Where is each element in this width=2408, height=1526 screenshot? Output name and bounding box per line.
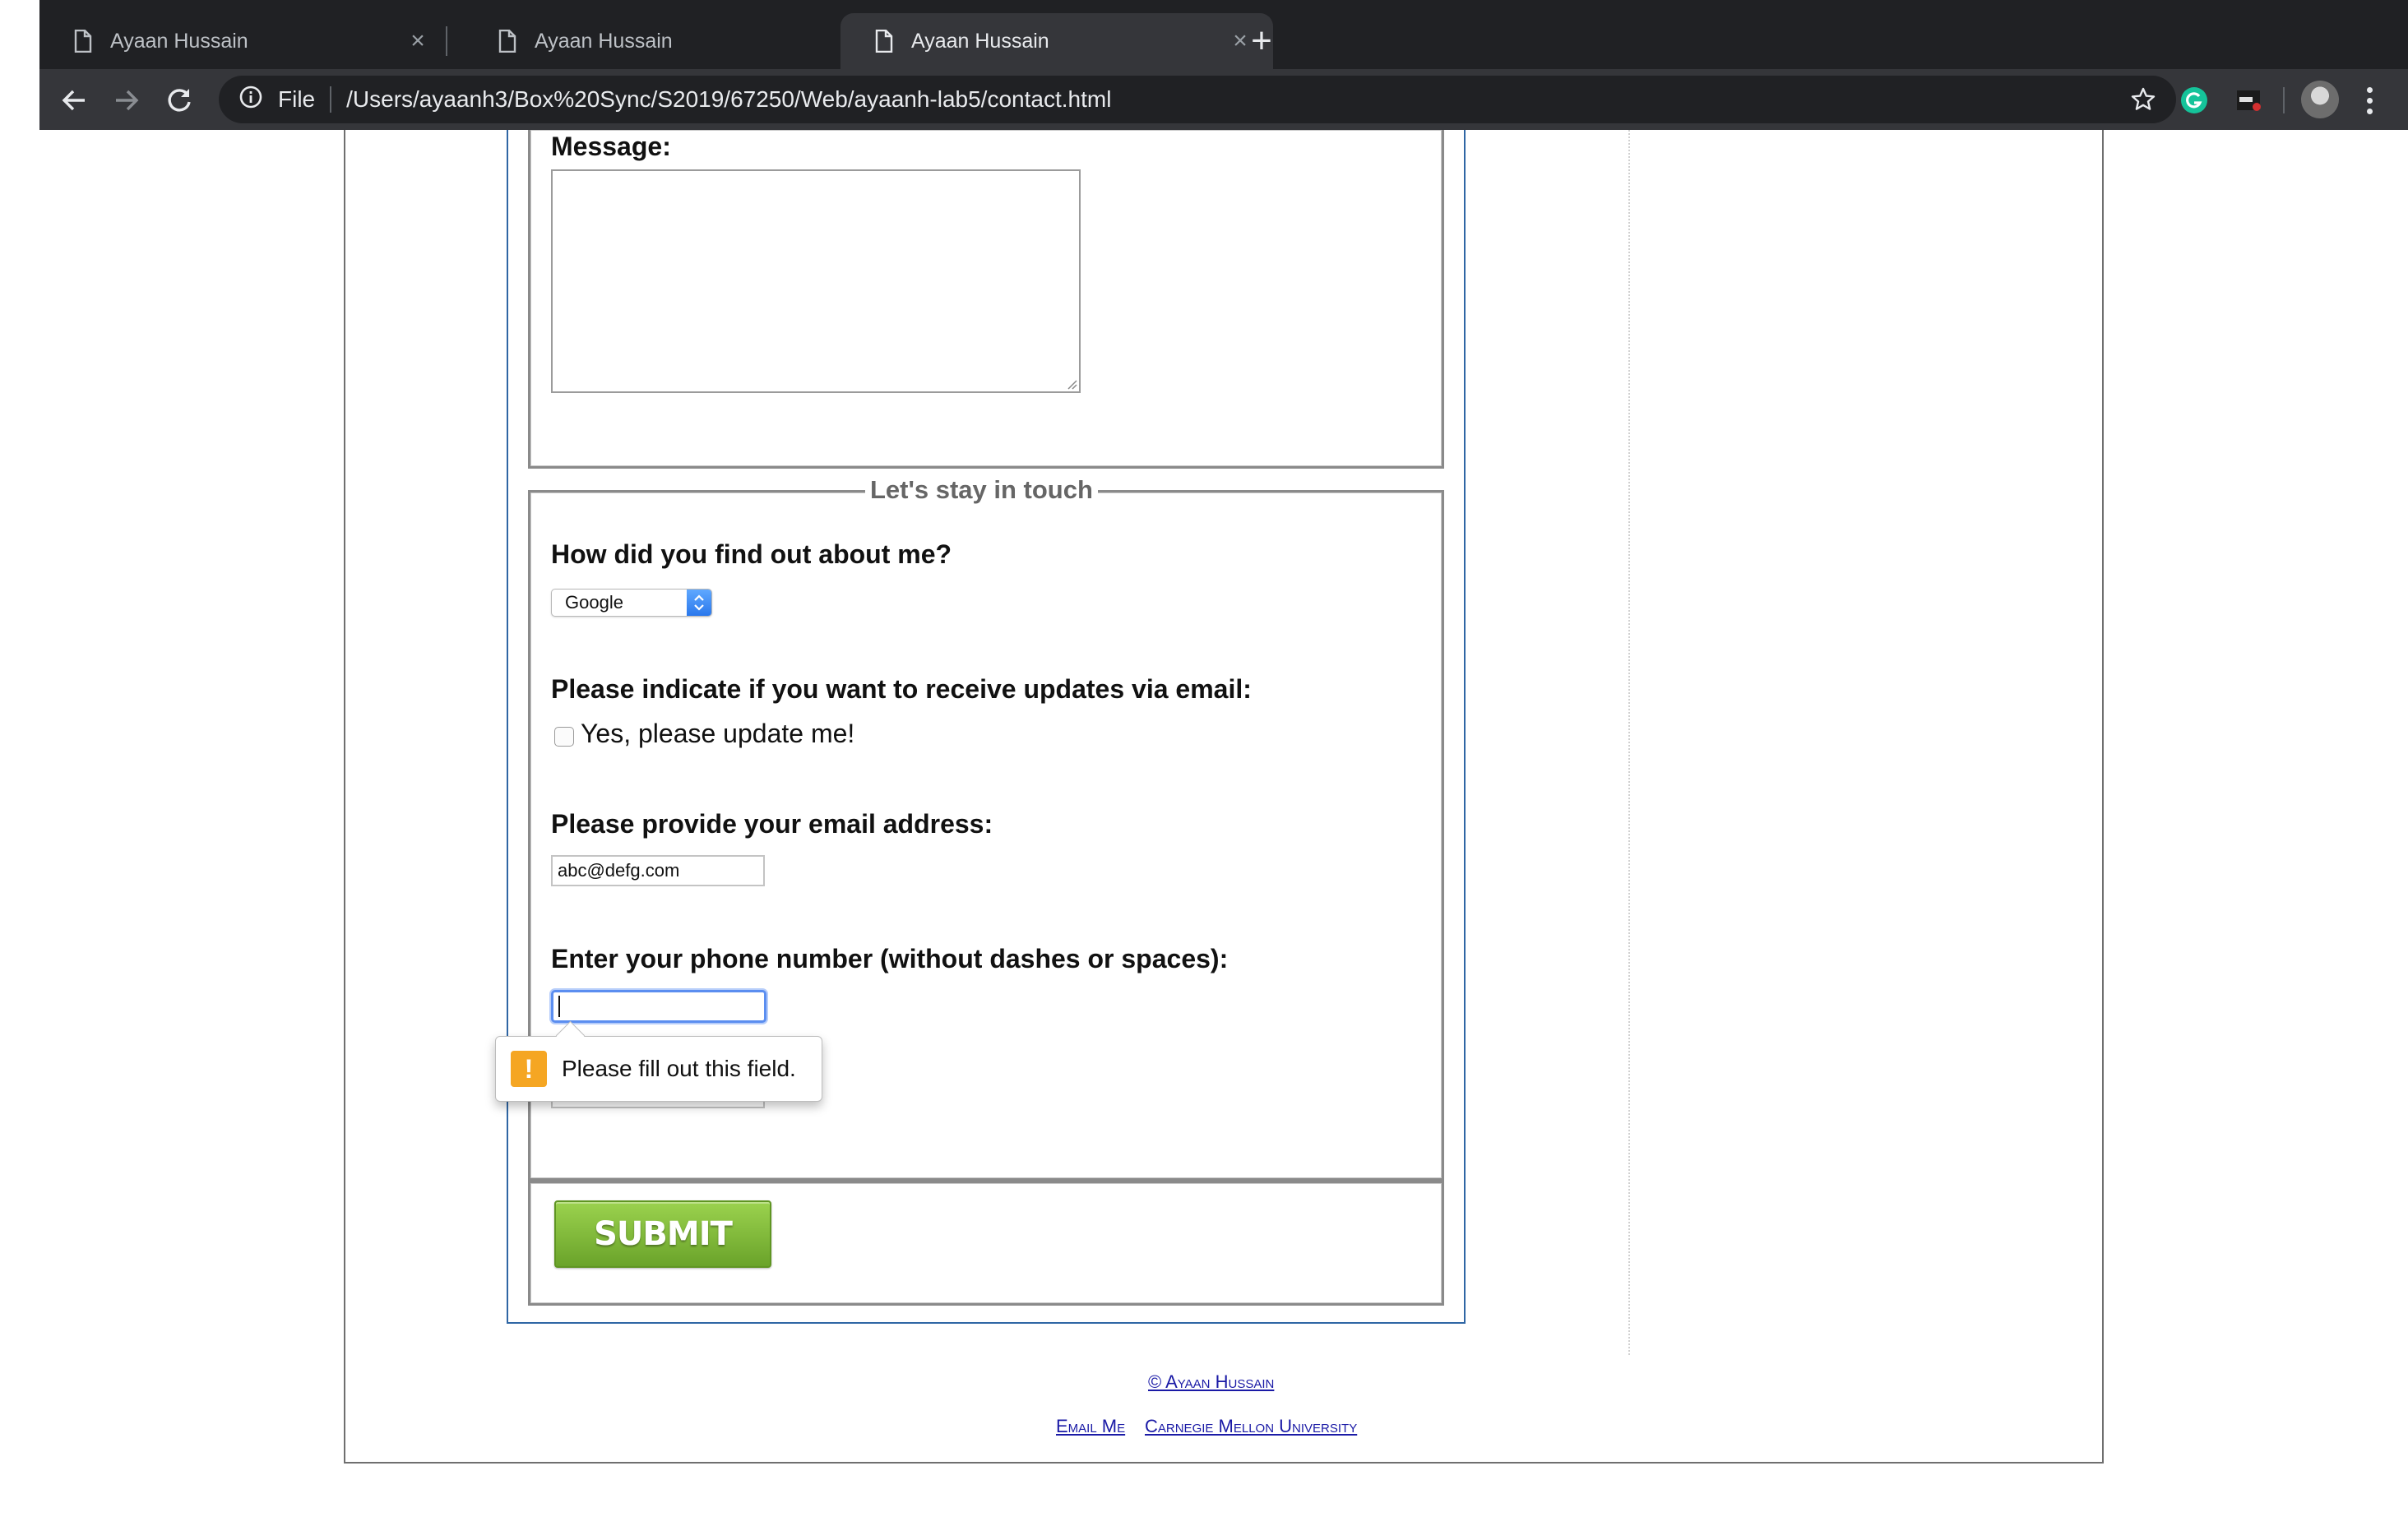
- scheme-label: File: [278, 86, 316, 112]
- forward-icon[interactable]: [109, 82, 145, 118]
- tab-title: Ayaan Hussain: [535, 29, 673, 53]
- seo-icon[interactable]: [2232, 84, 2265, 117]
- close-icon[interactable]: ×: [405, 27, 431, 54]
- reload-icon[interactable]: [161, 82, 197, 118]
- profile-avatar[interactable]: [2301, 81, 2339, 118]
- validation-tooltip: ! Please fill out this field.: [495, 1036, 822, 1102]
- updates-label: Please indicate if you want to receive u…: [551, 674, 1252, 704]
- tab-strip: Ayaan Hussain × Ayaan Hussain × Ayaan Hu…: [39, 0, 2408, 69]
- resize-grip-icon[interactable]: [1064, 377, 1077, 390]
- tab-title: Ayaan Hussain: [911, 29, 1049, 53]
- browser-toolbar: File /Users/ayaanh3/Box%20Sync/S2019/672…: [39, 69, 2408, 130]
- email-input[interactable]: abc@defg.com: [551, 855, 765, 886]
- touch-legend: Let's stay in touch: [865, 475, 1098, 505]
- new-tab-button[interactable]: +: [1243, 23, 1280, 59]
- university-link[interactable]: Carnegie Mellon University: [1145, 1416, 1357, 1437]
- phone-label: Enter your phone number (without dashes …: [551, 944, 1229, 973]
- tab-1[interactable]: Ayaan Hussain ×: [39, 13, 451, 69]
- updates-checkbox-label[interactable]: Yes, please update me!: [581, 719, 854, 749]
- submit-button[interactable]: SUBMIT: [554, 1200, 771, 1268]
- source-selected-value: Google: [565, 592, 623, 613]
- document-icon: [74, 30, 92, 53]
- address-bar[interactable]: File /Users/ayaanh3/Box%20Sync/S2019/672…: [219, 76, 2176, 123]
- warning-icon: !: [511, 1051, 547, 1087]
- updates-checkbox[interactable]: [554, 726, 574, 747]
- tab-2[interactable]: Ayaan Hussain ×: [464, 13, 882, 69]
- browser-chrome: Ayaan Hussain × Ayaan Hussain × Ayaan Hu…: [39, 0, 2408, 130]
- document-icon: [498, 30, 516, 53]
- select-arrows-icon: [687, 590, 711, 616]
- copyright-link[interactable]: © Ayaan Hussain: [1148, 1371, 1274, 1393]
- tab-3-active[interactable]: Ayaan Hussain ×: [840, 13, 1273, 69]
- kebab-menu-icon[interactable]: [2357, 82, 2382, 118]
- tab-title: Ayaan Hussain: [110, 29, 248, 53]
- address-divider: [330, 86, 332, 113]
- email-me-link[interactable]: Email Me: [1056, 1416, 1125, 1437]
- grammarly-icon[interactable]: [2178, 84, 2211, 117]
- toolbar-separator: [2283, 87, 2285, 113]
- source-label: How did you find out about me?: [551, 539, 952, 569]
- back-icon[interactable]: [56, 82, 92, 118]
- info-icon[interactable]: [238, 85, 263, 115]
- phone-input[interactable]: [551, 990, 766, 1023]
- validation-message: Please fill out this field.: [562, 1056, 796, 1081]
- email-value: abc@defg.com: [558, 860, 680, 881]
- email-label: Please provide your email address:: [551, 809, 993, 839]
- document-icon: [875, 30, 893, 53]
- message-label: Message:: [551, 132, 671, 161]
- star-icon[interactable]: [2130, 86, 2156, 118]
- updates-checkbox-row[interactable]: Yes, please update me!: [554, 719, 854, 749]
- text-caret: [558, 996, 560, 1017]
- sidebar-divider: [1628, 130, 1630, 1355]
- tab-separator: [446, 26, 447, 56]
- source-select[interactable]: Google: [551, 589, 712, 617]
- url-text[interactable]: /Users/ayaanh3/Box%20Sync/S2019/67250/We…: [346, 86, 1111, 113]
- message-textarea[interactable]: [551, 169, 1081, 393]
